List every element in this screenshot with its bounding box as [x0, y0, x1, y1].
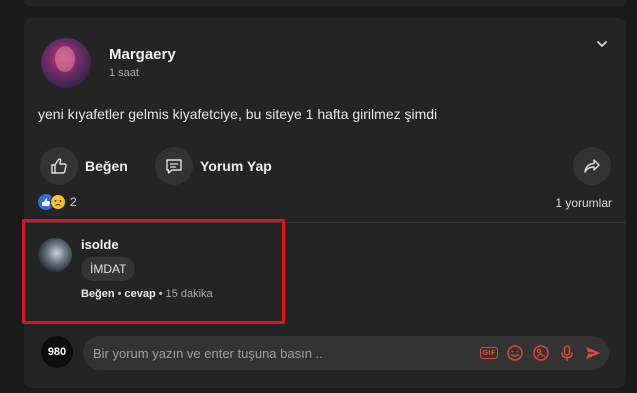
share-icon [573, 147, 611, 185]
comment-button[interactable]: Yorum Yap [155, 147, 272, 185]
chevron-down-icon[interactable] [594, 36, 610, 52]
gif-icon-label: GIF [480, 347, 498, 359]
gif-icon[interactable]: GIF [479, 343, 499, 363]
thumbs-up-icon [40, 147, 78, 185]
comment-icon [155, 147, 193, 185]
previous-card-edge [24, 0, 626, 6]
sticker-icon[interactable] [531, 343, 551, 363]
reaction-summary[interactable]: 2 [38, 194, 77, 210]
sad-reaction-icon [50, 194, 66, 210]
post-author-name[interactable]: Margaery [109, 46, 176, 63]
comment-input[interactable] [83, 336, 473, 370]
comment-button-label: Yorum Yap [200, 158, 272, 174]
post-timestamp: 1 saat [109, 67, 139, 79]
composer-icons: GIF [473, 343, 603, 363]
like-button[interactable]: Beğen [40, 147, 128, 185]
microphone-icon[interactable] [557, 343, 577, 363]
emoji-icon[interactable] [505, 343, 525, 363]
comment-composer: GIF [83, 336, 609, 370]
highlight-box [22, 219, 285, 324]
current-user-avatar[interactable]: 980 [41, 336, 73, 368]
share-button[interactable] [573, 147, 611, 185]
post-card: Margaery 1 saat yeni kıyafetler gelmis k… [24, 18, 626, 388]
comment-count-link[interactable]: 1 yorumlar [555, 196, 612, 210]
reaction-count: 2 [70, 195, 77, 209]
send-icon[interactable] [583, 343, 603, 363]
author-avatar[interactable] [41, 38, 91, 88]
current-user-avatar-text: 980 [47, 346, 67, 358]
post-text: yeni kıyafetler gelmis kiyafetciye, bu s… [38, 106, 438, 122]
like-button-label: Beğen [85, 158, 128, 174]
